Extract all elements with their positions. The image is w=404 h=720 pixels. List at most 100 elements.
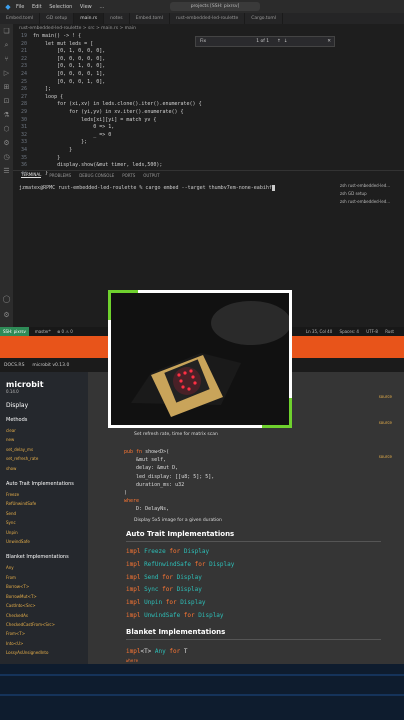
tab-notes[interactable]: notes <box>104 13 130 24</box>
sidebar-link[interactable]: Send <box>6 509 82 518</box>
timeline-icon[interactable]: ◷ <box>0 150 13 164</box>
impl-any[interactable]: impl<T> Any for T <box>126 648 187 655</box>
close-icon[interactable]: ✕ <box>327 39 331 44</box>
sidebar-link[interactable]: new <box>6 435 82 444</box>
code-line[interactable]: 34 } <box>13 147 404 155</box>
sidebar-link[interactable]: CheckedAs <box>6 611 82 620</box>
trait-impl-row[interactable]: impl RefUnwindSafe for Display <box>126 561 234 568</box>
menu-file[interactable]: File <box>16 4 24 10</box>
code-line[interactable]: 28 for (xi,xv) in leds.clone().iter().en… <box>13 101 404 109</box>
language-mode[interactable]: Rust <box>385 329 394 334</box>
code-line[interactable]: 26 ]; <box>13 86 404 94</box>
code-line[interactable]: 24 [0, 0, 0, 0, 1], <box>13 71 404 79</box>
remote-explorer-icon[interactable]: ⊡ <box>0 94 13 108</box>
testing-icon[interactable]: ⚗ <box>0 108 13 122</box>
terminal-list-item[interactable]: zsh rust-embedded-led... <box>340 198 404 206</box>
branch-indicator[interactable]: master* <box>35 329 51 334</box>
sidebar-link[interactable]: BorrowMut<T> <box>6 592 82 601</box>
trait-impl-row[interactable]: impl Send for Display <box>126 574 202 581</box>
tab-problems[interactable]: PROBLEMS <box>49 173 71 178</box>
source-link[interactable]: source <box>379 420 392 425</box>
tab-gd-setup[interactable]: GD setup <box>40 13 75 24</box>
menu-selection[interactable]: Selection <box>49 4 72 10</box>
breadcrumb[interactable]: rust-embedded-led-roulette > src > main.… <box>13 24 404 33</box>
menu-edit[interactable]: Edit <box>32 4 42 10</box>
sidebar-link[interactable]: set_delay_ms <box>6 445 82 454</box>
sidebar-link[interactable]: UnwindSafe <box>6 537 82 546</box>
tab-main-rs[interactable]: main.rs <box>74 13 105 24</box>
sidebar-link[interactable]: From<T> <box>6 629 82 638</box>
indentation[interactable]: Spaces: 4 <box>340 329 359 334</box>
code-line[interactable]: 32 _ => 0 <box>13 132 404 140</box>
source-link[interactable]: source <box>379 454 392 459</box>
code-line[interactable]: 31 0 => 1, <box>13 124 404 132</box>
rust-icon[interactable]: ⚙ <box>0 136 13 150</box>
explorer-icon[interactable]: ❏ <box>0 24 13 38</box>
code-line[interactable]: 30 leds[xi][yi] = match yv { <box>13 117 404 125</box>
sidebar-blanket-heading[interactable]: Blanket Implementations <box>6 554 82 560</box>
tab-embed-toml[interactable]: Embed.toml <box>0 13 41 24</box>
sidebar-link[interactable]: Unpin <box>6 528 82 537</box>
sidebar-methods-heading[interactable]: Methods <box>6 417 82 423</box>
code-line[interactable]: 25 [0, 0, 0, 1, 0], <box>13 79 404 87</box>
menu-view[interactable]: View <box>80 4 92 10</box>
code-editor[interactable]: 19 fn main() -> ! {20 let mut leds = [21 … <box>13 33 404 176</box>
trait-impl-row[interactable]: impl UnwindSafe for Display <box>126 612 224 619</box>
trait-impl-row[interactable]: impl Sync for Display <box>126 586 202 593</box>
auto-trait-heading[interactable]: Auto Trait Implementations <box>126 530 381 542</box>
search-icon[interactable]: ⌕ <box>0 38 13 52</box>
terminal-list-item[interactable]: zsh rust-embedded-led... <box>340 182 404 190</box>
sidebar-link[interactable]: set_refresh_rate <box>6 454 82 463</box>
account-icon[interactable]: ◯ <box>0 292 13 306</box>
trait-impl-row[interactable]: impl Freeze for Display <box>126 548 209 555</box>
sidebar-link[interactable]: CheckedCastFrom<Src> <box>6 620 82 629</box>
command-center[interactable]: projects [SSH: pixrsv] <box>170 2 260 11</box>
manage-gear-icon[interactable]: ⚙ <box>0 308 13 322</box>
docker-icon[interactable]: ⬡ <box>0 122 13 136</box>
sidebar-link[interactable]: Into<U> <box>6 639 82 648</box>
code-line[interactable]: 33 }; <box>13 139 404 147</box>
next-match-icon[interactable]: ↓ <box>284 39 288 44</box>
code-line[interactable]: 35 } <box>13 155 404 163</box>
chat-icon[interactable]: ☰ <box>0 164 13 178</box>
problems-indicator[interactable]: ⊗ 0 ⚠ 0 <box>57 329 73 334</box>
code-line[interactable]: 29 for (yi,yv) in xv.iter().enumerate() … <box>13 109 404 117</box>
menu-more[interactable]: … <box>99 4 104 10</box>
prev-match-icon[interactable]: ↑ <box>277 39 281 44</box>
terminal-list-item[interactable]: zsh GD setup <box>340 190 404 198</box>
sidebar-link[interactable]: clear <box>6 426 82 435</box>
tab-ports[interactable]: PORTS <box>122 173 135 178</box>
code-line[interactable]: 23 [0, 0, 1, 0, 0], <box>13 63 404 71</box>
code-line[interactable]: 36 display.show(&mut timer, leds,500); <box>13 162 404 170</box>
encoding[interactable]: UTF-8 <box>366 329 378 334</box>
code-line[interactable]: 21 [0, 1, 0, 0, 0], <box>13 48 404 56</box>
tab-debug-console[interactable]: DEBUG CONSOLE <box>79 173 114 178</box>
run-debug-icon[interactable]: ▷ <box>0 66 13 80</box>
sidebar-link[interactable]: RefUnwindSafe <box>6 499 82 508</box>
sidebar-link[interactable]: show <box>6 464 82 473</box>
docsrs-logo-link[interactable]: DOCS.RS <box>4 363 24 368</box>
sidebar-section-title[interactable]: Display <box>6 402 82 409</box>
sidebar-link[interactable]: Any <box>6 563 82 572</box>
code-line[interactable]: 27 loop { <box>13 94 404 102</box>
crate-name[interactable]: microbit <box>6 380 82 389</box>
remote-indicator[interactable]: SSH: pixrsv <box>0 327 29 336</box>
tab-embed-toml-2[interactable]: Embed.toml <box>130 13 170 24</box>
sidebar-link[interactable]: CastInto<Src> <box>6 601 82 610</box>
tab-cargo-toml[interactable]: Cargo.toml <box>245 13 284 24</box>
sidebar-link[interactable]: Sync <box>6 518 82 527</box>
trait-impl-row[interactable]: impl Unpin for Display <box>126 599 205 606</box>
extensions-icon[interactable]: ⊞ <box>0 80 13 94</box>
cursor-position[interactable]: Ln 35, Col 40 <box>306 329 332 334</box>
blanket-heading[interactable]: Blanket Implementations <box>126 628 381 640</box>
crate-version-menu[interactable]: microbit v0.13.0 <box>32 363 69 368</box>
tab-roulette[interactable]: rust-embedded-led-roulette <box>170 13 246 24</box>
sidebar-link[interactable]: Freeze <box>6 490 82 499</box>
tab-terminal[interactable]: TERMINAL <box>21 172 42 178</box>
code-line[interactable]: 22 [0, 0, 0, 0, 0], <box>13 56 404 64</box>
sidebar-link[interactable]: LossyAsUnsignedInto <box>6 648 82 657</box>
tab-output[interactable]: OUTPUT <box>143 173 159 178</box>
sidebar-link[interactable]: Borrow<T> <box>6 582 82 591</box>
find-input[interactable]: Fix <box>200 39 206 44</box>
source-control-icon[interactable]: ⑂ <box>0 52 13 66</box>
